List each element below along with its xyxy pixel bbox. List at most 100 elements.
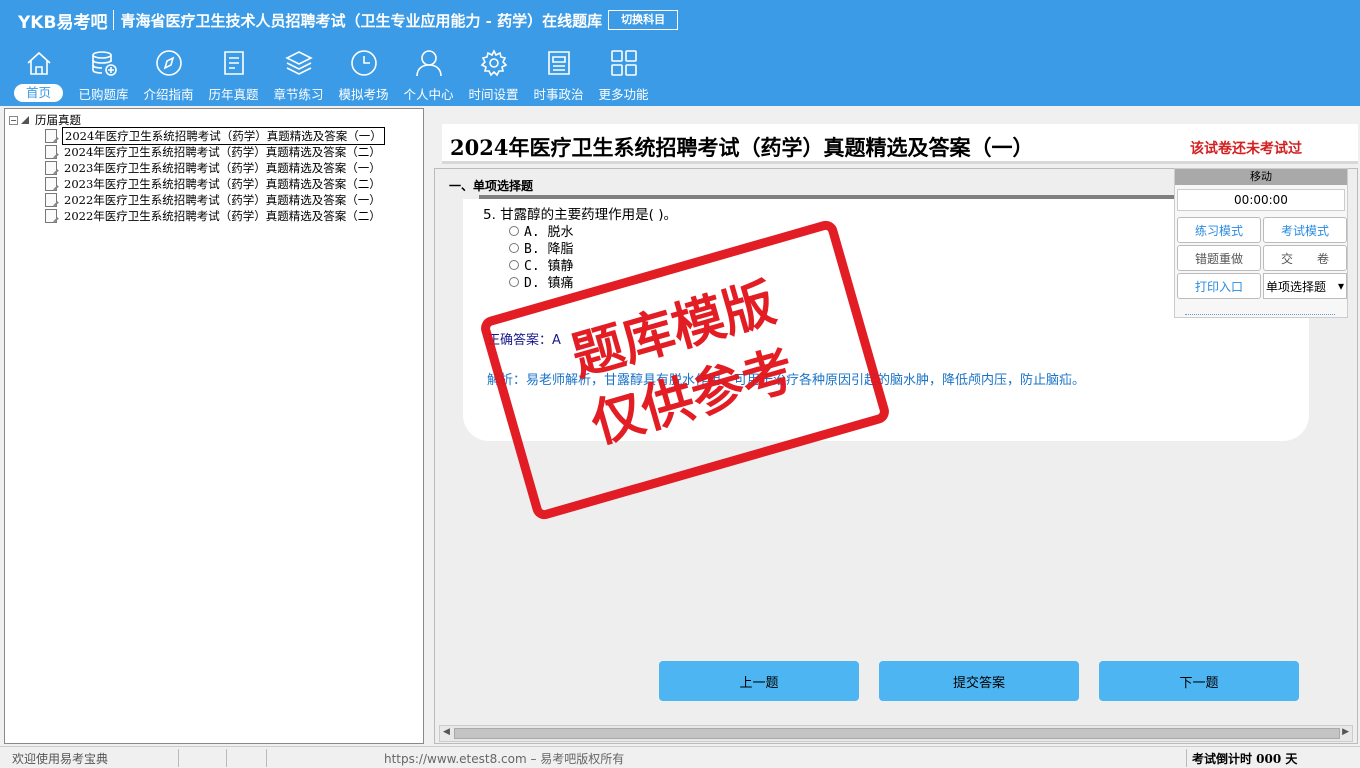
status-divider	[226, 749, 227, 767]
tree-item[interactable]: 2024年医疗卫生系统招聘考试（药学）真题精选及答案（一）	[45, 127, 385, 145]
practice-mode-button[interactable]: 练习模式	[1177, 217, 1261, 243]
section-label: 一、单项选择题	[449, 179, 534, 193]
tree-item-label: 2023年医疗卫生系统招聘考试（药学）真题精选及答案（一）	[64, 161, 381, 175]
document-edit-icon	[45, 209, 57, 223]
top-banner: YKB易考吧 青海省医疗卫生技术人员招聘考试（卫生专业应用能力 - 药学）在线题…	[0, 0, 1360, 106]
document-edit-icon	[45, 145, 57, 159]
question-text: 5. 甘露醇的主要药理作用是( )。	[483, 207, 677, 223]
radio-icon[interactable]	[509, 225, 519, 236]
tree-items: 2024年医疗卫生系统招聘考试（药学）真题精选及答案（一） 2024年医疗卫生系…	[45, 127, 385, 224]
prev-question-button[interactable]: 上一题	[659, 661, 859, 701]
tree-item-label: 2022年医疗卫生系统招聘考试（药学）真题精选及答案（二）	[64, 209, 381, 223]
paper-title: 2024年医疗卫生系统招聘考试（药学）真题精选及答案（一）	[450, 135, 1034, 160]
wrong-redo-button[interactable]: 错题重做	[1177, 245, 1261, 271]
tree-item-label: 2024年医疗卫生系统招聘考试（药学）真题精选及答案（二）	[64, 145, 381, 159]
tree-root-label: 历届真题	[35, 113, 81, 127]
status-divider	[266, 749, 267, 767]
status-welcome: 欢迎使用易考宝典	[12, 752, 109, 766]
paper-tree: − 历届真题 2024年医疗卫生系统招聘考试（药学）真题精选及答案（一） 202…	[4, 108, 424, 744]
panel-divider	[1185, 311, 1335, 315]
tree-item-label: 2022年医疗卫生系统招聘考试（药学）真题精选及答案（一）	[64, 193, 381, 207]
document-edit-icon	[45, 161, 57, 175]
option-d[interactable]: D. 镇痛	[509, 272, 573, 291]
title-divider	[113, 10, 115, 30]
status-url: https://www.etest8.com – 易考吧版权所有	[384, 752, 625, 766]
next-question-button[interactable]: 下一题	[1099, 661, 1299, 701]
tree-root[interactable]: − 历届真题	[9, 112, 81, 128]
clock-icon	[350, 50, 377, 76]
nav-past-papers[interactable]: 历年真题	[201, 48, 266, 104]
layers-icon	[284, 51, 313, 75]
gear-icon	[480, 49, 507, 77]
scroll-right-icon[interactable]: ▶	[1342, 727, 1349, 737]
user-icon	[415, 50, 442, 77]
tree-item[interactable]: 2024年医疗卫生系统招聘考试（药学）真题精选及答案（二）	[45, 144, 385, 160]
exam-countdown: 考试倒计时 000 天	[1192, 752, 1298, 766]
brand-logo: YKB易考吧	[18, 12, 108, 33]
document-edit-icon	[45, 193, 57, 207]
nav-personal-center[interactable]: 个人中心	[396, 48, 461, 104]
tree-item-label: 2023年医疗卫生系统招聘考试（药学）真题精选及答案（二）	[64, 177, 381, 191]
collapse-toggle-icon[interactable]: −	[9, 115, 18, 125]
nav-current-affairs[interactable]: 时事政治	[526, 48, 591, 104]
tree-item[interactable]: 2022年医疗卫生系统招聘考试（药学）真题精选及答案（二）	[45, 208, 385, 224]
nav-chapter-practice-label: 章节练习	[273, 87, 324, 102]
nav-home-label: 首页	[13, 84, 63, 102]
paper-header: 2024年医疗卫生系统招聘考试（药学）真题精选及答案（一） 该试卷还未考试过	[442, 124, 1358, 164]
horizontal-scrollbar[interactable]: ◀ ▶	[439, 725, 1353, 742]
app-title: 青海省医疗卫生技术人员招聘考试（卫生专业应用能力 - 药学）在线题库	[120, 11, 603, 30]
tree-item-label: 2024年医疗卫生系统招聘考试（药学）真题精选及答案（一）	[62, 127, 385, 145]
document-edit-icon	[45, 177, 57, 191]
radio-icon[interactable]	[509, 276, 519, 287]
question-type-select[interactable]: 单项选择题 ▾	[1263, 273, 1347, 299]
nav-personal-center-label: 个人中心	[403, 87, 454, 102]
nav-guide-label: 介绍指南	[143, 87, 194, 102]
nav-past-papers-label: 历年真题	[208, 87, 259, 102]
compass-icon	[155, 50, 182, 76]
database-icon	[91, 51, 117, 76]
nav-time-settings-label: 时间设置	[468, 87, 519, 102]
hand-in-button[interactable]: 交 卷	[1263, 245, 1347, 271]
folder-icon	[21, 116, 29, 124]
print-button[interactable]: 打印入口	[1177, 273, 1261, 299]
nav-home[interactable]: 首页	[6, 48, 71, 104]
panel-move-handle[interactable]: 移动	[1175, 169, 1347, 185]
grid-icon	[610, 50, 637, 76]
nav-purchased[interactable]: 已购题库	[71, 48, 136, 104]
nav-time-settings[interactable]: 时间设置	[461, 48, 526, 104]
main-nav: 首页 已购题库 介绍指南 历年真题 章节练习 模拟考场 个人中心 时间设置 时事…	[6, 48, 656, 104]
nav-more-label: 更多功能	[598, 87, 649, 102]
news-icon	[547, 51, 570, 75]
panel-buttons: 练习模式 考试模式 错题重做 交 卷 打印入口 单项选择题 ▾	[1177, 217, 1347, 299]
switch-subject-button[interactable]: 切换科目	[608, 10, 679, 30]
scroll-left-icon[interactable]: ◀	[443, 727, 450, 737]
question-type-value: 单项选择题	[1266, 279, 1327, 294]
nav-current-affairs-label: 时事政治	[533, 87, 584, 102]
nav-more[interactable]: 更多功能	[591, 48, 656, 104]
option-label: D. 镇痛	[524, 276, 574, 291]
title-line: YKB易考吧 青海省医疗卫生技术人员招聘考试（卫生专业应用能力 - 药学）在线题…	[18, 8, 679, 33]
exam-mode-button[interactable]: 考试模式	[1263, 217, 1347, 243]
tree-item[interactable]: 2023年医疗卫生系统招聘考试（药学）真题精选及答案（一）	[45, 160, 385, 176]
tree-item[interactable]: 2022年医疗卫生系统招聘考试（药学）真题精选及答案（一）	[45, 192, 385, 208]
nav-mock-exam-label: 模拟考场	[338, 87, 389, 102]
radio-icon[interactable]	[509, 259, 519, 270]
nav-mock-exam[interactable]: 模拟考场	[331, 48, 396, 104]
nav-chapter-practice[interactable]: 章节练习	[266, 48, 331, 104]
document-edit-icon	[45, 129, 57, 143]
control-panel: 移动 00:00:00 练习模式 考试模式 错题重做 交 卷 打印入口 单项选择…	[1174, 168, 1348, 318]
status-divider	[178, 749, 179, 767]
nav-guide[interactable]: 介绍指南	[136, 48, 201, 104]
timer-display: 00:00:00	[1177, 189, 1345, 211]
document-list-icon	[223, 51, 244, 75]
home-icon	[26, 51, 51, 75]
status-bar: 欢迎使用易考宝典 https://www.etest8.com – 易考吧版权所…	[0, 746, 1360, 768]
paper-status: 该试卷还未考试过	[1190, 141, 1302, 157]
dropdown-arrow-icon: ▾	[1337, 279, 1344, 293]
radio-icon[interactable]	[509, 242, 519, 253]
scroll-thumb[interactable]	[454, 728, 1340, 739]
tree-item[interactable]: 2023年医疗卫生系统招聘考试（药学）真题精选及答案（二）	[45, 176, 385, 192]
submit-answer-button[interactable]: 提交答案	[879, 661, 1079, 701]
status-divider	[1186, 749, 1187, 767]
nav-purchased-label: 已购题库	[78, 87, 129, 102]
